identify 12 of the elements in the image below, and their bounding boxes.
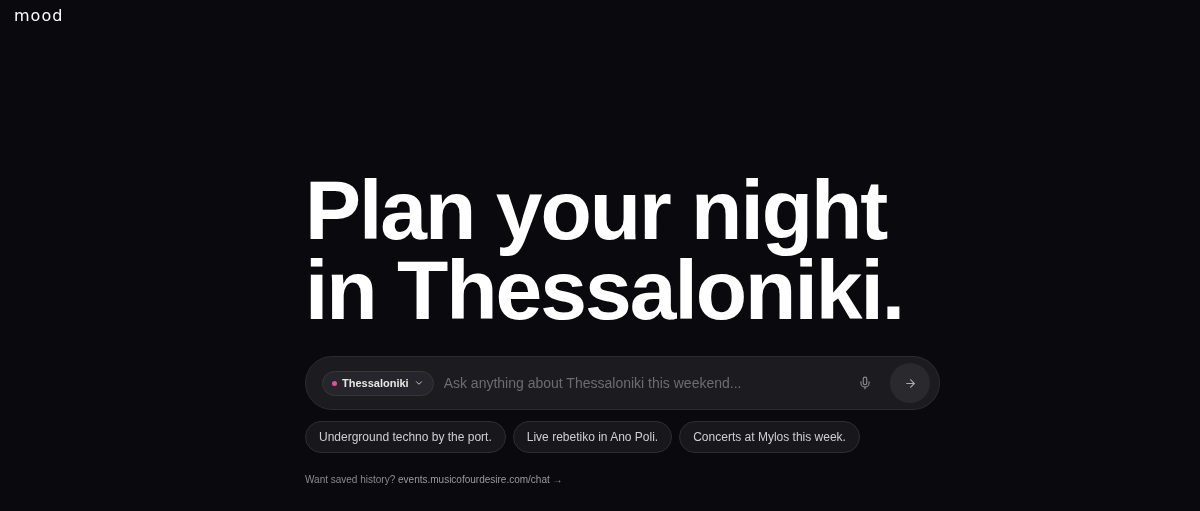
arrow-icon [903,376,917,390]
suggestion-chip[interactable]: Concerts at Mylos this week. [679,421,860,453]
location-dropdown[interactable]: Thessaloniki [322,370,434,396]
suggestion-chip[interactable]: Underground techno by the port. [305,421,506,453]
microphone-icon[interactable] [858,376,872,390]
search-field[interactable]: Ask anything about Thessaloniki this weekend... [441,374,858,392]
suggestion-chip[interactable]: Live rebetiko in Ano Poli. [512,421,673,453]
footer-note: Want saved history? events.musicofourdesire.com/chat → [305,474,564,485]
headline: Plan your night in Thessaloniki. [305,170,905,330]
chevron-icon [413,378,424,388]
chat-link[interactable]: events.musicofourdesire.com/chat → [398,474,563,485]
logo[interactable]: mood [14,6,64,25]
